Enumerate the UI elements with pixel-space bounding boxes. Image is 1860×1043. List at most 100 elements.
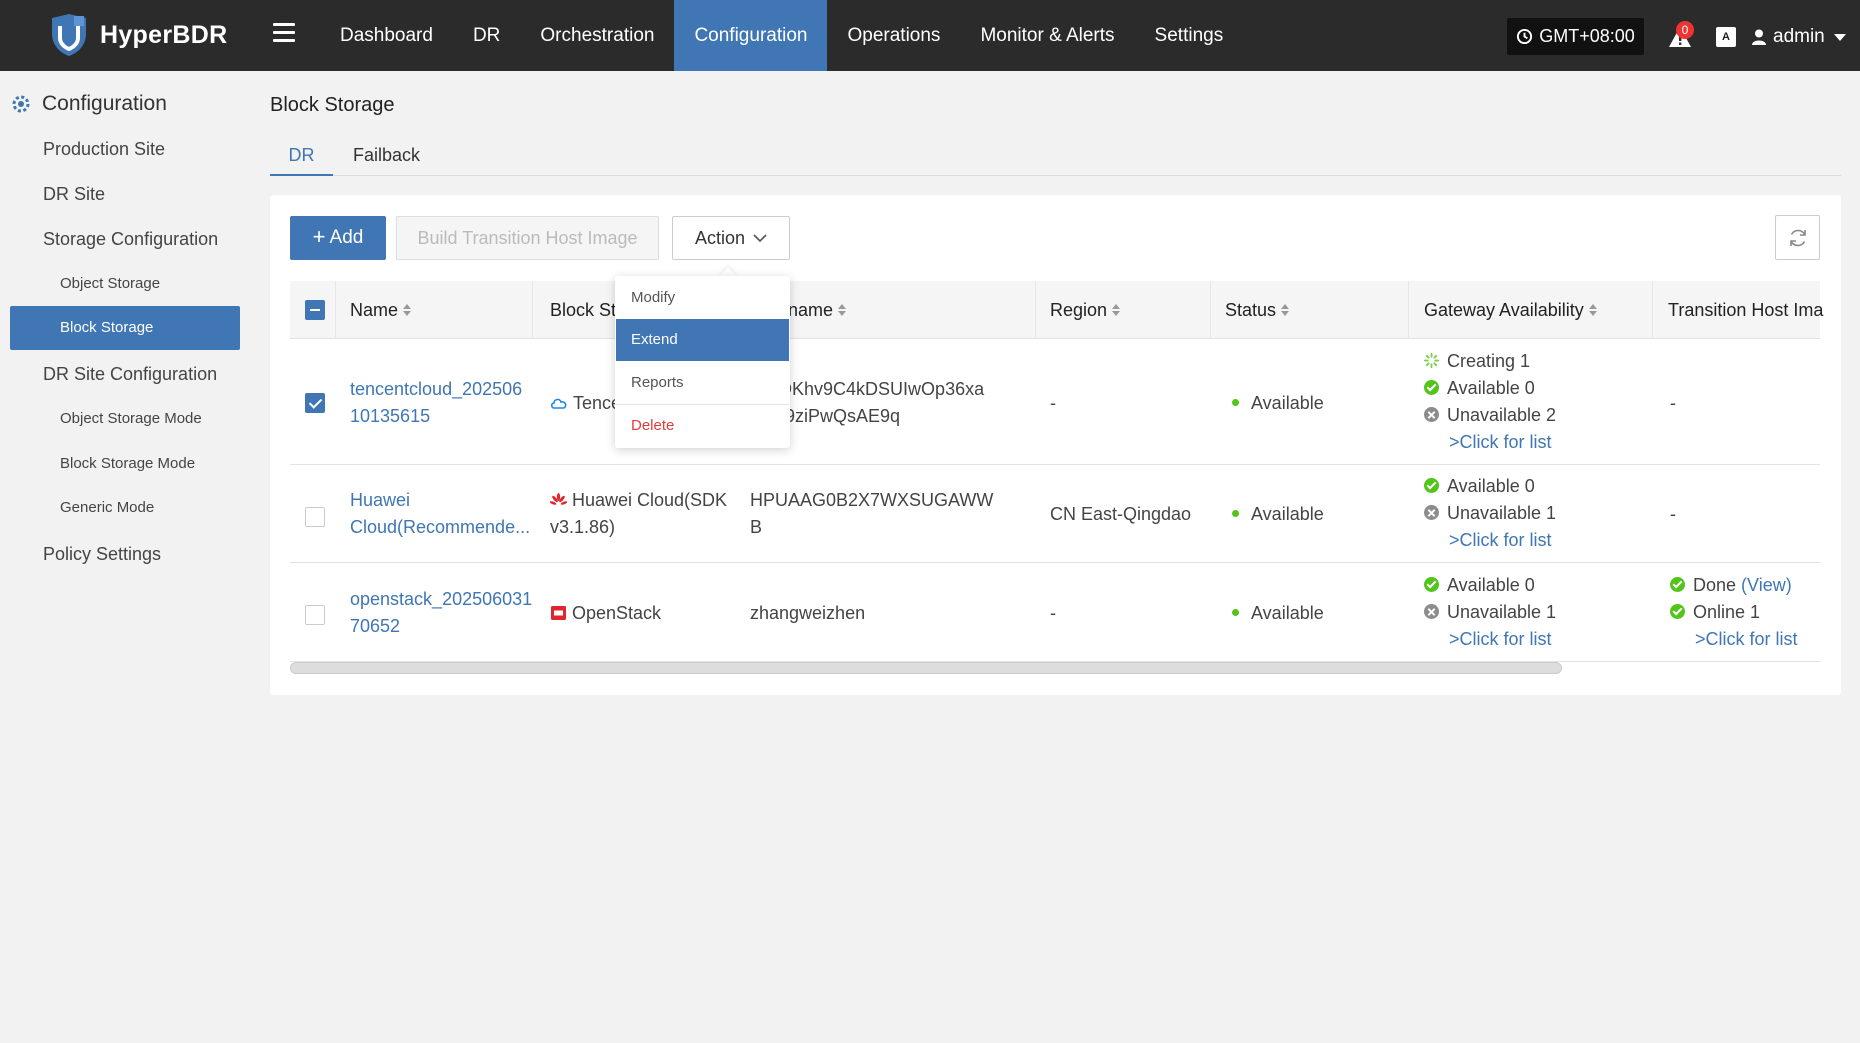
- sidebar-item-block-storage-mode[interactable]: Block Storage Mode: [10, 442, 240, 486]
- nav-configuration[interactable]: Configuration: [674, 0, 828, 71]
- add-button-label: Add: [329, 227, 364, 248]
- row-checkbox[interactable]: [305, 605, 325, 625]
- close-circle-icon: [1424, 407, 1439, 423]
- gateway-click-for-list-link[interactable]: >Click for list: [1424, 626, 1556, 653]
- add-button[interactable]: + Add: [290, 216, 386, 260]
- sidebar-item-dr-site-configuration[interactable]: DR Site Configuration: [10, 352, 240, 396]
- refresh-button[interactable]: [1775, 215, 1820, 260]
- sort-icon[interactable]: [1588, 303, 1597, 316]
- nav-settings[interactable]: Settings: [1135, 0, 1244, 71]
- status-dot-icon: [1232, 609, 1239, 617]
- check-circle-icon: [1424, 380, 1439, 396]
- user-menu[interactable]: admin: [1752, 26, 1846, 48]
- sidebar-item-object-storage-mode[interactable]: Object Storage Mode: [10, 397, 240, 441]
- row-checkbox[interactable]: [305, 393, 325, 413]
- row-region: -: [1050, 393, 1056, 413]
- table-row: tencentcloud_202506 10135615 Tence AKIDKh…: [290, 340, 1820, 465]
- check-circle-icon: [1424, 577, 1439, 593]
- table-row: openstack_202506031 70652 OpenStack zhang…: [290, 564, 1820, 662]
- column-header-transition-host-image[interactable]: Transition Host Ima: [1668, 281, 1823, 339]
- row-status: Available: [1232, 600, 1324, 627]
- sidebar-item-object-storage[interactable]: Object Storage: [10, 262, 240, 306]
- openstack-icon: [551, 605, 566, 620]
- row-name-link[interactable]: tencentcloud_202506 10135615: [350, 376, 522, 430]
- user-icon: [1752, 29, 1766, 45]
- row-name-link[interactable]: openstack_202506031 70652: [350, 586, 532, 640]
- sidebar-item-production-site[interactable]: Production Site: [10, 127, 240, 171]
- check-circle-icon: [1670, 577, 1685, 593]
- row-region: CN East-Qingdao: [1050, 504, 1192, 524]
- timezone-label: GMT+08:00: [1539, 26, 1635, 46]
- translate-icon[interactable]: A: [1716, 27, 1736, 47]
- sort-icon[interactable]: [1112, 303, 1121, 316]
- clock-icon: [1517, 28, 1533, 45]
- sort-icon[interactable]: [403, 303, 412, 316]
- gateway-click-for-list-link[interactable]: >Click for list: [1424, 527, 1556, 554]
- column-header-status[interactable]: Status: [1225, 281, 1290, 339]
- page-title: Block Storage: [270, 94, 395, 116]
- sidebar-item-block-storage[interactable]: Block Storage: [10, 306, 240, 350]
- action-dropdown-menu: Modify Extend Reports Delete: [615, 276, 790, 448]
- row-block-storage: OpenStack: [550, 600, 661, 627]
- nav-monitor-alerts[interactable]: Monitor & Alerts: [960, 0, 1134, 71]
- alert-count-badge: 0: [1676, 21, 1694, 39]
- sort-icon[interactable]: [1281, 303, 1290, 316]
- username-label: admin: [1773, 26, 1825, 47]
- column-header-gateway-availability[interactable]: Gateway Availability: [1424, 281, 1597, 339]
- row-checkbox[interactable]: [305, 507, 325, 527]
- tab-failback[interactable]: Failback: [353, 145, 420, 176]
- menu-item-reports[interactable]: Reports: [616, 362, 789, 404]
- sidebar-item-generic-mode[interactable]: Generic Mode: [10, 486, 240, 530]
- app-logo[interactable]: HyperBDR: [48, 12, 227, 58]
- nav-dashboard[interactable]: Dashboard: [320, 0, 453, 71]
- tab-bar: DR Failback: [270, 140, 1841, 176]
- tab-dr[interactable]: DR: [270, 145, 333, 176]
- main-nav: Dashboard DR Orchestration Configuration…: [320, 0, 1243, 71]
- row-gateway-availability: Creating 1 Available 0 Unavailable 2 >Cl…: [1424, 348, 1556, 456]
- menu-item-extend[interactable]: Extend: [616, 319, 789, 361]
- view-link[interactable]: (View): [1741, 575, 1792, 595]
- check-circle-icon: [1424, 478, 1439, 494]
- shield-logo-icon: [52, 14, 86, 56]
- sidebar-title: Configuration: [10, 92, 167, 116]
- close-circle-icon: [1424, 604, 1439, 620]
- transition-click-for-list-link[interactable]: >Click for list: [1670, 626, 1798, 653]
- row-transition-host-image: -: [1670, 393, 1676, 413]
- row-transition-host-image: Done (View) Online 1 >Click for list: [1670, 572, 1798, 653]
- status-dot-icon: [1232, 510, 1239, 518]
- menu-item-delete[interactable]: Delete: [616, 405, 789, 447]
- horizontal-scrollbar[interactable]: [290, 662, 1562, 674]
- sidebar-title-label: Configuration: [42, 92, 167, 115]
- timezone-button[interactable]: GMT+08:00: [1507, 18, 1644, 55]
- select-all-checkbox[interactable]: [305, 300, 325, 320]
- sort-icon[interactable]: [838, 303, 847, 316]
- row-name-link[interactable]: Huawei Cloud(Recommende...: [350, 487, 530, 541]
- row-username: zhangweizhen: [750, 603, 866, 623]
- build-transition-host-image-button[interactable]: Build Transition Host Image: [396, 216, 659, 260]
- check-circle-icon: [1670, 604, 1685, 620]
- close-circle-icon: [1424, 505, 1439, 521]
- top-navbar: HyperBDR Dashboard DR Orchestration Conf…: [0, 0, 1860, 71]
- sidebar-item-storage-configuration[interactable]: Storage Configuration: [10, 217, 240, 261]
- action-dropdown-button[interactable]: Action: [672, 216, 790, 260]
- menu-item-modify[interactable]: Modify: [616, 277, 789, 319]
- sidebar-item-dr-site[interactable]: DR Site: [10, 172, 240, 216]
- refresh-icon: [1789, 229, 1806, 246]
- row-region: -: [1050, 603, 1056, 623]
- row-status: Available: [1232, 501, 1324, 528]
- spinner-icon: [1424, 353, 1439, 369]
- column-header-region[interactable]: Region: [1050, 281, 1121, 339]
- nav-dr[interactable]: DR: [453, 0, 520, 71]
- caret-down-icon: [1833, 33, 1846, 41]
- row-transition-host-image: -: [1670, 504, 1676, 524]
- column-header-name[interactable]: Name: [350, 281, 412, 339]
- row-block-storage: Huawei Cloud(SDK v3.1.86): [550, 490, 728, 537]
- sidebar-item-policy-settings[interactable]: Policy Settings: [10, 532, 240, 576]
- cloud-icon: [550, 398, 567, 409]
- nav-operations[interactable]: Operations: [827, 0, 960, 71]
- hamburger-icon[interactable]: [273, 23, 295, 43]
- gateway-click-for-list-link[interactable]: >Click for list: [1424, 429, 1556, 456]
- nav-orchestration[interactable]: Orchestration: [520, 0, 674, 71]
- table-row: Huawei Cloud(Recommende... Huawei Cloud(S…: [290, 466, 1820, 563]
- row-gateway-availability: Available 0 Unavailable 1 >Click for lis…: [1424, 572, 1556, 653]
